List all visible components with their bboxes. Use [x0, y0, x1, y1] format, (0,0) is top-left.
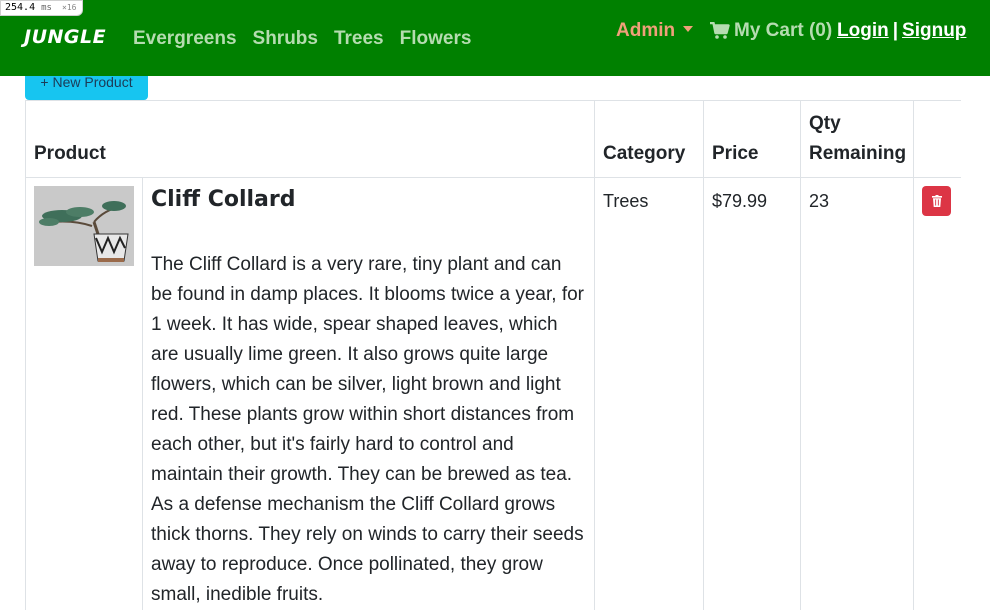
product-price: $79.99 [704, 178, 801, 610]
nav-link-trees[interactable]: Trees [334, 28, 384, 50]
bonsai-image [34, 186, 134, 266]
nav-links: Evergreens Shrubs Trees Flowers [133, 28, 471, 50]
login-link[interactable]: Login [837, 20, 889, 41]
products-table: Product Category Price Qty Remaining [25, 100, 961, 610]
brand-logo[interactable]: JUNGLE [24, 26, 106, 48]
nav-link-flowers[interactable]: Flowers [400, 28, 472, 50]
product-thumbnail [34, 186, 134, 266]
product-image-cell [26, 178, 143, 610]
caret-down-icon [683, 26, 693, 32]
delete-product-button[interactable] [922, 186, 951, 216]
perf-multiplier: ×16 [62, 3, 76, 12]
table-row: Cliff Collard The Cliff Collard is a ver… [26, 178, 962, 610]
product-actions-cell [914, 178, 962, 610]
cart-link[interactable]: My Cart (0) [710, 20, 832, 42]
product-name: Cliff Collard [151, 186, 586, 214]
header-qty-line1: Qty [809, 113, 841, 134]
header-price: Price [704, 101, 801, 178]
perf-value: 254.4 [5, 2, 35, 13]
nav-link-shrubs[interactable]: Shrubs [253, 28, 318, 50]
header-qty-line2: Remaining [809, 143, 906, 164]
top-navbar: JUNGLE Evergreens Shrubs Trees Flowers A… [0, 0, 990, 76]
header-actions [914, 101, 962, 178]
admin-label: Admin [616, 20, 675, 41]
perf-unit: ms [41, 3, 52, 13]
product-description: The Cliff Collard is a very rare, tiny p… [151, 250, 586, 610]
product-details-cell: Cliff Collard The Cliff Collard is a ver… [143, 178, 595, 610]
nav-link-evergreens[interactable]: Evergreens [133, 28, 237, 50]
auth-links: Login|Signup [837, 20, 966, 42]
product-qty: 23 [801, 178, 914, 610]
signup-link[interactable]: Signup [902, 20, 966, 41]
header-product: Product [26, 101, 595, 178]
cart-label: My Cart (0) [734, 20, 832, 42]
header-category: Category [595, 101, 704, 178]
table-header-row: Product Category Price Qty Remaining [26, 101, 962, 178]
admin-dropdown[interactable]: Admin [616, 20, 693, 42]
header-qty-remaining: Qty Remaining [801, 101, 914, 178]
trash-icon [932, 195, 942, 207]
products-table-container: Product Category Price Qty Remaining [25, 100, 961, 610]
shopping-cart-icon [710, 22, 730, 40]
auth-separator: | [893, 20, 898, 41]
perf-badge: 254.4 ms ×16 [0, 0, 83, 16]
product-category: Trees [595, 178, 704, 610]
